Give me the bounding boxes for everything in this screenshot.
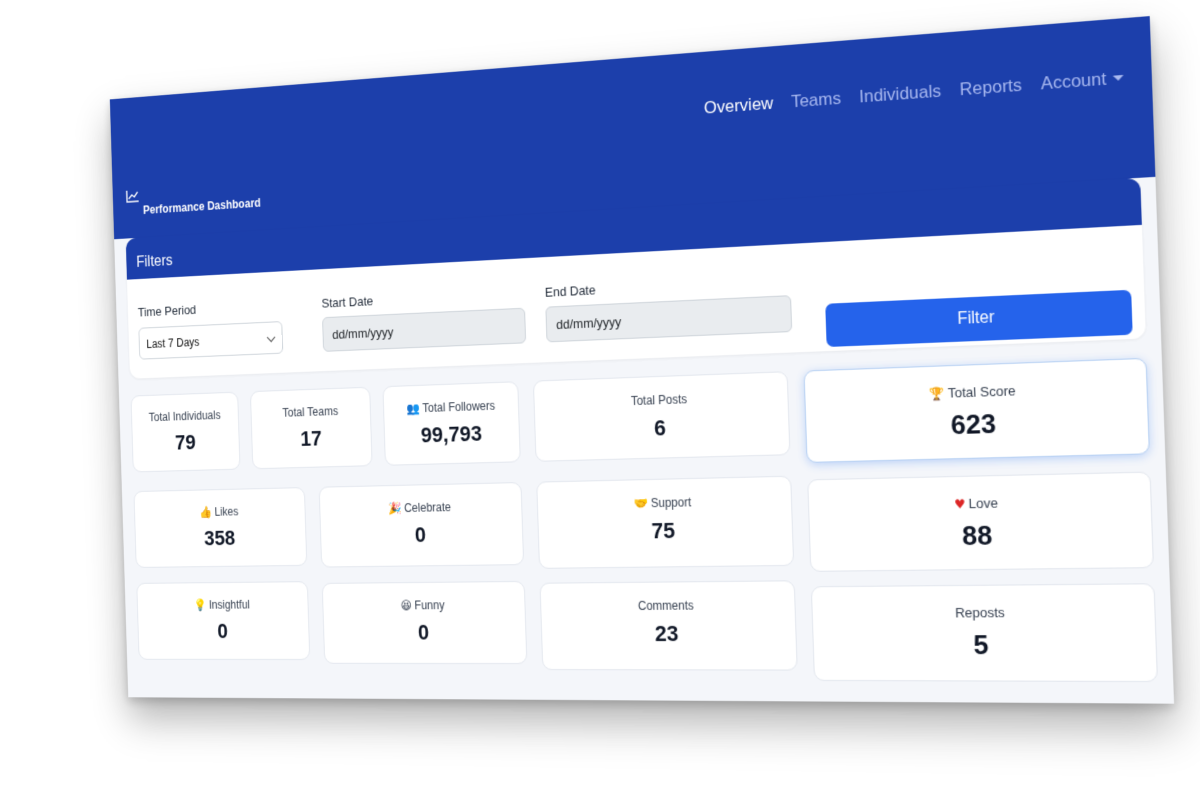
- stat-value: 0: [417, 619, 430, 645]
- handshake-icon: 🤝: [633, 496, 649, 511]
- stat-value: 0: [414, 522, 427, 547]
- chevron-down-icon: [266, 332, 276, 343]
- stat-label-text: Celebrate: [403, 500, 452, 515]
- filters-title: Filters: [136, 252, 173, 271]
- stat-value: 623: [950, 407, 997, 441]
- stat-label-text: Total Score: [947, 382, 1016, 401]
- stat-label: Reposts: [954, 604, 1006, 621]
- dashboard-window: Performance Dashboard Overview Teams Ind…: [109, 16, 1175, 704]
- stat-total-individuals: Total Individuals 79: [130, 391, 241, 473]
- stat-value: 0: [216, 619, 229, 643]
- nav-account-dropdown[interactable]: Account: [1041, 67, 1125, 94]
- stat-value: 88: [961, 519, 993, 552]
- stat-label-text: Likes: [214, 504, 239, 519]
- stat-funny: 😆 Funny 0: [321, 580, 528, 665]
- stat-value: 5: [972, 628, 990, 661]
- stat-value: 17: [300, 426, 323, 451]
- stat-label-text: Insightful: [208, 597, 251, 612]
- thumbs-up-icon: 👍: [199, 505, 213, 519]
- stat-likes: 👍 Likes 358: [133, 487, 308, 568]
- stat-label: Comments: [637, 598, 694, 613]
- lightbulb-icon: 💡: [193, 598, 207, 612]
- start-date-input[interactable]: [322, 307, 527, 352]
- stat-reposts: Reposts 5: [810, 583, 1159, 683]
- stat-label: Total Individuals: [148, 408, 221, 425]
- stat-label: 🤝 Support: [538, 493, 792, 512]
- stat-label: Total Teams: [282, 404, 339, 420]
- stat-label: ♥ Love: [809, 492, 1151, 514]
- start-date-label: Start Date: [321, 293, 374, 311]
- stat-comments: Comments 23: [539, 580, 798, 671]
- stat-value: 358: [203, 525, 236, 551]
- time-period-select[interactable]: Last 7 Days: [138, 321, 284, 360]
- stat-total-posts: Total Posts 6: [532, 371, 791, 462]
- nav-reports[interactable]: Reports: [959, 75, 1022, 101]
- time-period-label: Time Period: [137, 302, 197, 320]
- stat-label: 💡 Insightful: [138, 598, 308, 612]
- time-period-value: Last 7 Days: [146, 335, 200, 351]
- stat-love: ♥ Love 88: [807, 471, 1155, 572]
- stat-support: 🤝 Support 75: [536, 475, 795, 569]
- stat-total-teams: Total Teams 17: [249, 386, 373, 470]
- nav-individuals[interactable]: Individuals: [859, 81, 942, 108]
- nav-teams[interactable]: Teams: [791, 88, 842, 112]
- stat-label-text: Funny: [414, 598, 445, 613]
- end-date-label: End Date: [544, 282, 596, 300]
- stat-label: 🏆 Total Score: [805, 378, 1147, 405]
- stat-label: 😆 Funny: [323, 598, 525, 613]
- filter-button[interactable]: Filter: [825, 289, 1133, 348]
- stat-label: 🎉 Celebrate: [320, 499, 521, 517]
- main-nav: Overview Teams Individuals Reports Accou…: [704, 67, 1124, 118]
- stat-value: 75: [651, 517, 676, 544]
- people-icon: 👥: [406, 401, 420, 416]
- stat-label: Total Posts: [630, 392, 688, 409]
- stat-total-followers: 👥 Total Followers 99,793: [382, 381, 521, 466]
- trophy-icon: 🏆: [929, 386, 945, 402]
- stat-total-score: 🏆 Total Score 623: [803, 357, 1150, 463]
- stat-insightful: 💡 Insightful 0: [136, 581, 311, 660]
- nav-overview[interactable]: Overview: [704, 93, 774, 118]
- heart-icon: ♥: [954, 496, 966, 512]
- nav-account-label: Account: [1040, 68, 1107, 94]
- laughing-face-icon: 😆: [400, 598, 413, 613]
- screenshot-stage: Performance Dashboard Overview Teams Ind…: [0, 0, 1200, 800]
- line-chart-icon: [126, 189, 140, 203]
- stat-label-text: Love: [968, 495, 999, 512]
- brand-title: Performance Dashboard: [142, 196, 261, 217]
- stat-label-text: Total Followers: [422, 398, 496, 416]
- stat-label: 👥 Total Followers: [384, 398, 518, 416]
- stat-value: 79: [174, 430, 197, 455]
- end-date-input[interactable]: [545, 295, 793, 343]
- stat-value: 6: [653, 415, 667, 441]
- stat-label-text: Support: [650, 495, 692, 511]
- stat-value: 23: [654, 620, 679, 647]
- stat-celebrate: 🎉 Celebrate 0: [318, 482, 525, 568]
- caret-down-icon: [1112, 74, 1124, 82]
- stat-value: 99,793: [420, 420, 483, 448]
- stat-label: 👍 Likes: [135, 503, 305, 520]
- party-popper-icon: 🎉: [387, 501, 402, 516]
